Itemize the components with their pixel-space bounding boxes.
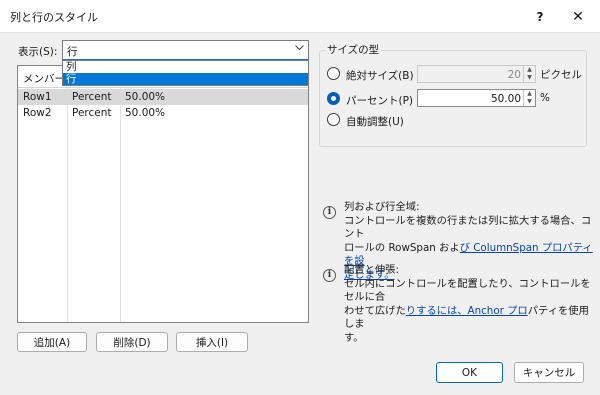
column-divider (120, 88, 121, 322)
chevron-down-icon (295, 44, 304, 54)
info-icon: i (323, 269, 336, 282)
header-member: メンバー (23, 73, 65, 85)
spin-buttons[interactable]: ▲ ▼ (523, 90, 535, 106)
info-text-span: ロールの RowSpan およ (344, 241, 460, 254)
size-type-title: サイズの型 (325, 42, 382, 57)
styles-grid[interactable]: メンバー Row1 Percent 50.00% Row2 Percent 50… (17, 65, 309, 323)
cancel-button[interactable]: キャンセル (514, 362, 584, 383)
row-type: Percent (72, 107, 112, 119)
anchor-help-link[interactable]: りするには、Anchor プロ (406, 305, 528, 317)
absolute-size-label: 絶対サイズ(B) (346, 70, 414, 82)
info-heading: 配置と伸張: (344, 264, 399, 276)
info-line: す。 (344, 331, 364, 344)
row-value: 50.00% (125, 91, 166, 103)
info-heading: 列および行全域: (344, 201, 420, 213)
absolute-size-radio[interactable] (327, 67, 340, 80)
absolute-size-input[interactable]: 20 ▲ ▼ (417, 65, 536, 83)
delete-button[interactable]: 削除(D) (96, 332, 168, 352)
percent-unit-label: % (540, 92, 550, 104)
auto-size-label: 自動調整(U) (346, 116, 404, 128)
auto-size-radio[interactable] (327, 113, 340, 126)
row-member: Row1 (23, 91, 52, 103)
show-label: 表示(S): (18, 46, 58, 58)
table-row[interactable]: Row1 Percent 50.00% (18, 89, 308, 105)
add-button[interactable]: 追加(A) (17, 332, 87, 352)
insert-button[interactable]: 挿入(I) (176, 332, 248, 352)
table-row[interactable]: Row2 Percent 50.00% (18, 105, 308, 121)
percent-radio[interactable] (327, 92, 340, 105)
row-value: 50.00% (125, 107, 166, 119)
show-value: 行 (67, 46, 78, 58)
dropdown-option-column[interactable]: 列 (63, 61, 308, 73)
dropdown-option-row[interactable]: 行 (63, 73, 308, 85)
info-line: コントロールを複数の行または列に拡大する場合、コント (344, 214, 592, 241)
info-icon: i (323, 206, 336, 219)
percent-label: パーセント(P) (346, 95, 414, 107)
percent-input[interactable]: 50.00 ▲ ▼ (417, 89, 536, 107)
row-member: Row2 (23, 107, 52, 119)
show-dropdown-list: 列 行 (62, 60, 309, 86)
anchor-info-text: 配置と伸張: セル内にコントロールを配置したり、コントロールをセルに合 わせて広… (344, 264, 594, 345)
info-line: わせて広げたりするには、Anchor プロパティを使用しま (344, 305, 594, 332)
absolute-size-value: 20 (507, 69, 521, 81)
column-divider (67, 88, 68, 322)
spin-buttons[interactable]: ▲ ▼ (523, 66, 535, 82)
info-line: セル内にコントロールを配置したり、コントロールをセルに合 (344, 277, 591, 304)
pixel-unit-label: ピクセル (540, 69, 582, 81)
percent-value: 50.00 (490, 93, 521, 105)
window-title: 列と行のスタイル (10, 11, 98, 24)
row-type: Percent (72, 91, 112, 103)
close-button[interactable]: ✕ (556, 0, 600, 33)
info-text-span: わせて広げた (344, 304, 406, 317)
show-combobox[interactable]: 行 (62, 40, 309, 60)
title-bar: 列と行のスタイル ? ✕ (0, 0, 600, 33)
ok-button[interactable]: OK (436, 362, 503, 383)
